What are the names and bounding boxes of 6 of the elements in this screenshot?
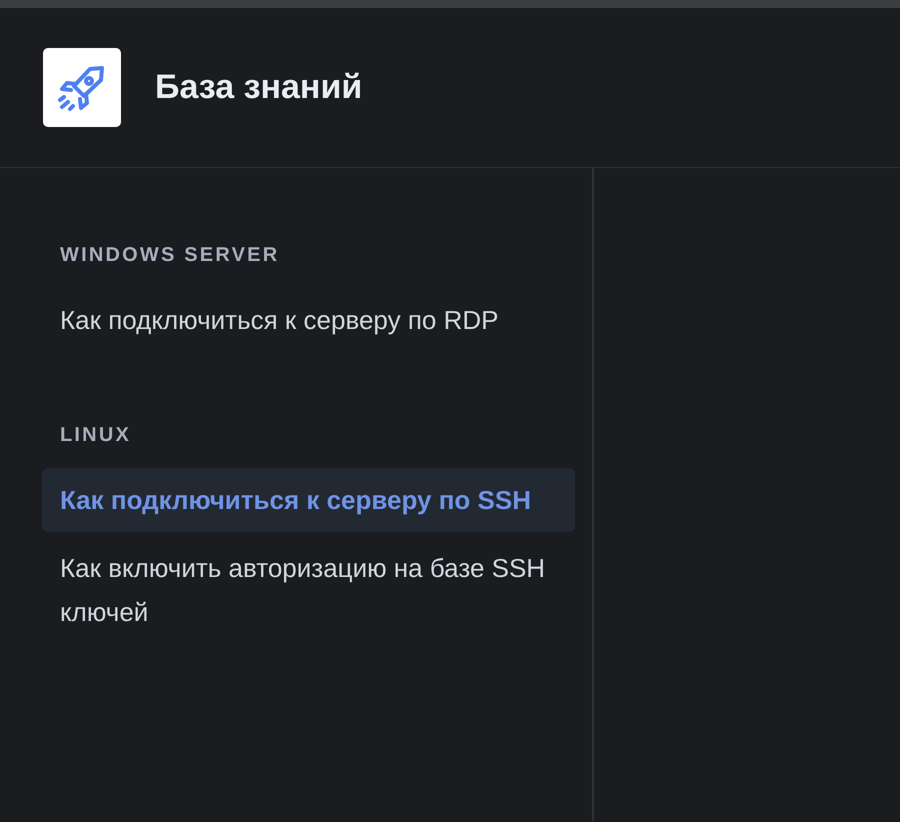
sidebar-link[interactable]: Как подключиться к серверу по SSH — [42, 468, 575, 532]
sidebar-link[interactable]: Как включить авторизацию на базе SSH ключей — [42, 536, 575, 644]
sidebar-link[interactable]: Как подключиться к серверу по RDP — [42, 288, 575, 352]
section-heading: WINDOWS SERVER — [59, 243, 280, 268]
page-title: База знаний — [155, 68, 362, 107]
section-heading: LINUX — [59, 423, 132, 448]
